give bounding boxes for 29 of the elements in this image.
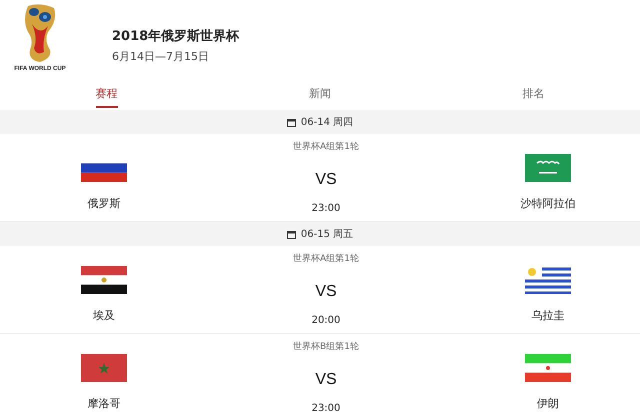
versus-label: VS [315,171,337,189]
flag-icon [525,154,571,182]
page-title: 2018年俄罗斯世界杯 [112,28,240,45]
calendar-icon [286,230,296,238]
team-name: 俄罗斯 [88,196,120,211]
day-date: 06-14 周四 [300,116,354,129]
flag-icon [81,354,127,382]
match-stage: 世界杯A组第1轮 [293,252,359,265]
match-time: 23:00 [312,203,340,214]
flag-icon [81,266,127,294]
match-stage: 世界杯B组第1轮 [293,340,359,353]
team-name: 乌拉圭 [532,308,564,323]
calendar-icon [286,118,296,126]
team-name: 埃及 [93,308,115,323]
tab[interactable]: 新闻 [308,86,331,108]
match-time: 20:00 [312,315,340,326]
match-stage: 世界杯A组第1轮 [293,140,359,153]
team-name: 摩洛哥 [88,396,120,411]
versus-label: VS [315,371,337,389]
flag-icon [525,266,571,294]
day-date: 06-15 周五 [300,228,354,241]
team-name: 伊朗 [537,396,559,411]
match-time: 23:00 [312,403,340,414]
versus-label: VS [315,283,337,301]
date-range: 6月14日—7月15日 [112,49,210,64]
team-name: 沙特阿拉伯 [520,196,576,211]
tab[interactable]: 赛程 [96,86,118,108]
tab[interactable]: 排名 [522,86,544,108]
flag-icon [525,354,571,382]
